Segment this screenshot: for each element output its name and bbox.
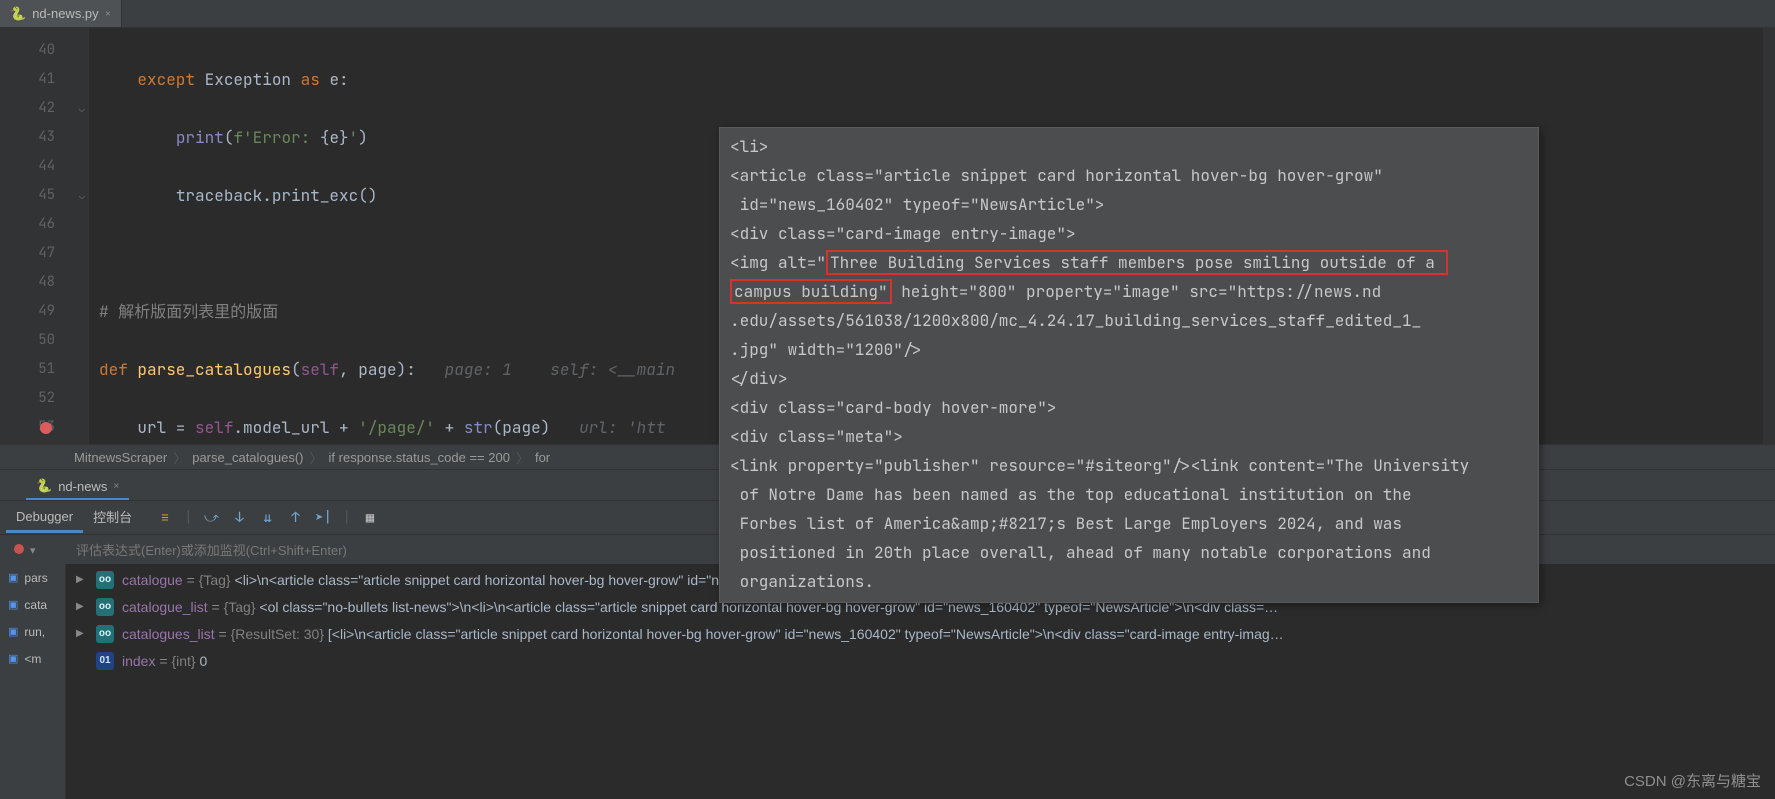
line-number: 44 [0,152,75,181]
python-file-icon: 🐍 [36,478,52,494]
tab-filename: nd-news.py [32,6,98,21]
fold-gutter: ⌄ ⌄ [75,28,89,444]
editor-scrollbar[interactable] [1763,28,1775,444]
run-config-name: nd-news [58,479,107,494]
breadcrumb-item[interactable]: for [535,450,550,465]
line-number: 46 [0,210,75,239]
line-number: 42 [0,94,75,123]
line-number: 41 [0,65,75,94]
quick-documentation-popup: <li> <article class="article snippet car… [719,127,1539,603]
step-out-icon[interactable]: ↑ [287,509,305,527]
force-step-into-icon[interactable]: ⇊ [259,509,277,527]
watch-placeholder[interactable]: 评估表达式(Enter)或添加监视(Ctrl+Shift+Enter) [76,540,347,559]
tag-type-icon: oo [96,598,114,616]
stop-icon[interactable] [14,544,24,554]
line-number: 52 [0,384,75,413]
stackframe-icon: ▣ [8,625,18,638]
frame-item[interactable]: ▣cata [0,591,65,618]
thread-dump-icon[interactable]: ≡ [156,509,174,527]
frames-list[interactable]: ▣pars ▣cata ▣run, ▣<m [0,564,66,799]
step-over-icon[interactable]: ⤻ [203,509,221,527]
line-number [0,442,75,444]
watermark: CSDN @东离与糖宝 [1624,770,1761,791]
frame-item[interactable]: ▣run, [0,618,65,645]
close-icon[interactable]: × [105,7,112,21]
line-number: 47 [0,239,75,268]
breadcrumb-item[interactable]: if response.status_code == 200 [329,450,510,465]
chevron-right-icon[interactable]: ▶ [76,601,88,612]
frame-item[interactable]: ▣pars [0,564,65,591]
step-into-icon[interactable]: ↓ [231,509,249,527]
int-type-icon: 01 [96,652,114,670]
breadcrumb-item[interactable]: parse_catalogues() [192,450,303,465]
line-number: 43 [0,123,75,152]
python-file-icon: 🐍 [10,5,26,22]
variable-row[interactable]: ▶ 01 index = {int} 0 [66,647,1775,674]
line-number: 51 [0,355,75,384]
chevron-down-icon[interactable]: ▾ [30,545,36,557]
line-number: 40 [0,36,75,65]
stackframe-icon: ▣ [8,652,18,665]
breakpoint-icon[interactable]: 53 [0,413,75,442]
stackframe-icon: ▣ [8,571,18,584]
stackframe-icon: ▣ [8,598,18,611]
editor-tab-bar: 🐍 nd-news.py × [0,0,1775,28]
line-number: 49 [0,297,75,326]
variable-row[interactable]: ▶ oo catalogues_list = {ResultSet: 30} [… [66,620,1775,647]
run-to-cursor-icon[interactable]: ➤| [315,509,333,527]
chevron-right-icon[interactable]: ▶ [76,574,88,585]
chevron-right-icon[interactable]: ▶ [76,628,88,639]
run-config-tab[interactable]: 🐍 nd-news × [26,474,129,500]
debugger-tab[interactable]: Debugger [6,503,83,533]
evaluate-expression-icon[interactable]: ▦ [361,509,379,527]
line-number: 48 [0,268,75,297]
line-number: 50 [0,326,75,355]
breadcrumb-item[interactable]: MitnewsScraper [74,450,167,465]
resultset-type-icon: oo [96,625,114,643]
tag-type-icon: oo [96,571,114,589]
close-icon[interactable]: × [113,481,119,492]
line-number: 45 [0,181,75,210]
line-number-gutter: 40 41 42 43 44 45 46 47 48 49 50 51 52 5… [0,28,75,444]
frame-item[interactable]: ▣<m [0,645,65,672]
console-tab[interactable]: 控制台 [83,501,142,535]
editor-tab[interactable]: 🐍 nd-news.py × [0,0,122,27]
